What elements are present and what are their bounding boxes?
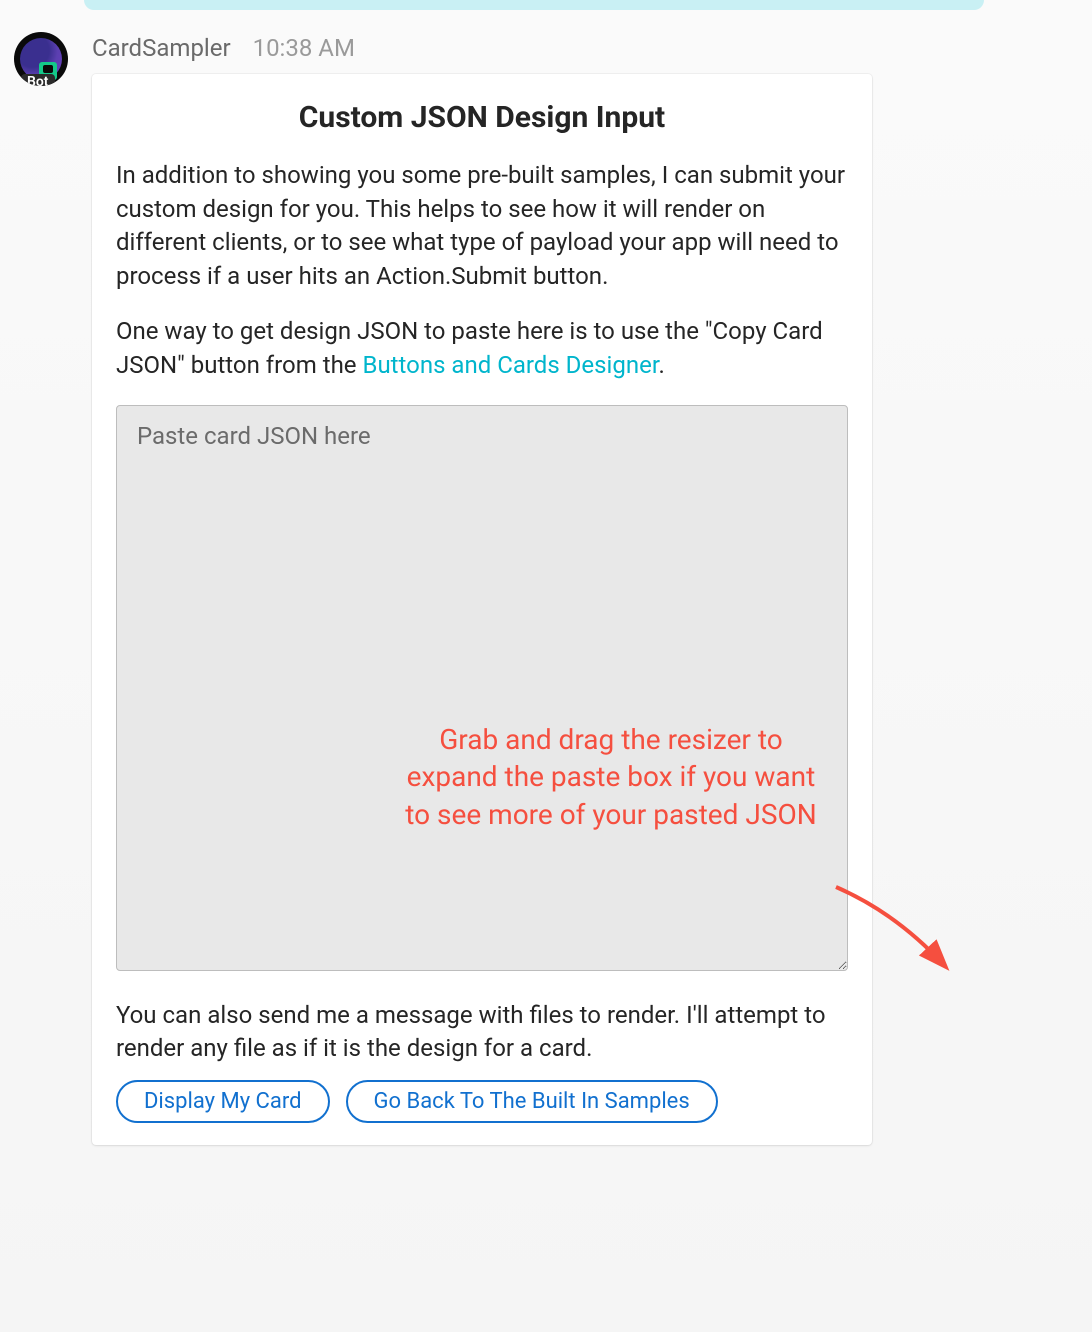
adaptive-card: Custom JSON Design Input In addition to … — [92, 74, 872, 1145]
avatar[interactable]: Bot — [14, 32, 68, 86]
message-row: Bot CardSampler 10:38 AM Custom JSON Des… — [14, 32, 1078, 1145]
chat-page: Bot CardSampler 10:38 AM Custom JSON Des… — [0, 0, 1092, 1332]
p2-suffix: . — [659, 351, 665, 379]
prev-message-edge — [84, 0, 984, 10]
designer-link[interactable]: Buttons and Cards Designer — [362, 351, 658, 379]
json-textarea-wrap: Grab and drag the resizer to expand the … — [116, 405, 848, 975]
message-timestamp: 10:38 AM — [253, 34, 355, 62]
card-actions: Display My Card Go Back To The Built In … — [116, 1080, 848, 1123]
card-title: Custom JSON Design Input — [116, 100, 848, 135]
card-paragraph-2: One way to get design JSON to paste here… — [116, 315, 848, 382]
message-meta: CardSampler 10:38 AM — [92, 32, 1052, 62]
card-paragraph-1: In addition to showing you some pre-buil… — [116, 159, 848, 293]
message-body: CardSampler 10:38 AM Custom JSON Design … — [92, 32, 1052, 1145]
card-paragraph-3: You can also send me a message with file… — [116, 999, 848, 1066]
sender-name[interactable]: CardSampler — [92, 34, 231, 62]
json-textarea[interactable] — [116, 405, 848, 971]
go-back-button[interactable]: Go Back To The Built In Samples — [346, 1080, 718, 1123]
display-my-card-button[interactable]: Display My Card — [116, 1080, 330, 1123]
avatar-chip-inner — [43, 65, 53, 73]
bot-badge: Bot — [21, 74, 55, 86]
